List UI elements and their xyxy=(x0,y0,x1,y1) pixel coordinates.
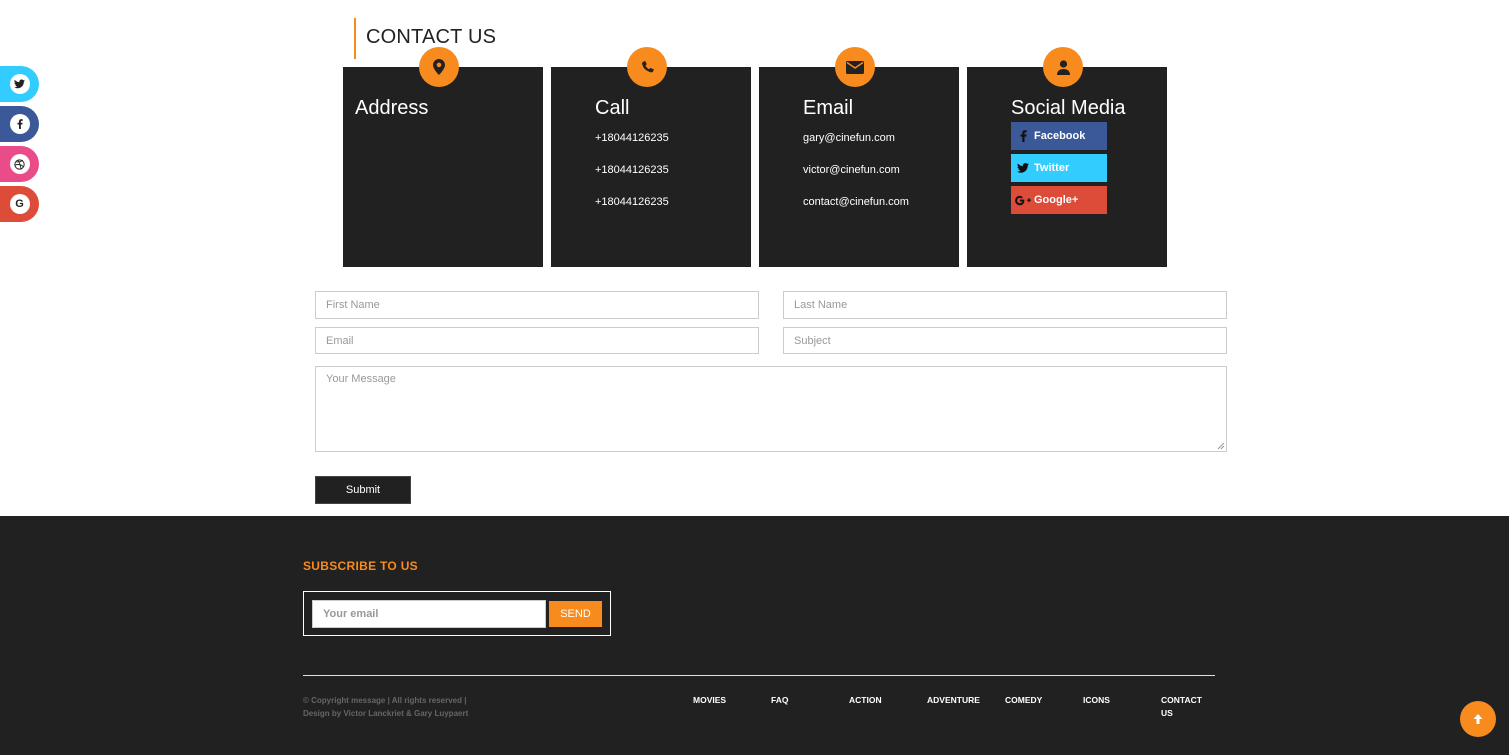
first-name-input[interactable]: First Name xyxy=(315,291,759,319)
email-card: Email gary@cinefun.com victor@cinefun.co… xyxy=(759,47,959,267)
subject-input[interactable]: Subject xyxy=(783,327,1227,354)
message-placeholder: Your Message xyxy=(326,373,396,385)
last-name-input[interactable]: Last Name xyxy=(783,291,1227,319)
send-button[interactable]: SEND xyxy=(549,601,602,627)
address-title: Address xyxy=(355,97,429,119)
map-marker-icon xyxy=(419,47,459,87)
contact-cards: Address Call +18044126235 +18044126235 +… xyxy=(343,47,1167,267)
phone-list: +18044126235 +18044126235 +18044126235 xyxy=(595,131,669,227)
footer-link-contact-us[interactable]: CONTACT US xyxy=(1161,694,1209,720)
user-icon xyxy=(1043,47,1083,87)
back-to-top-button[interactable] xyxy=(1460,701,1496,737)
address-card: Address xyxy=(343,47,543,267)
footer-divider xyxy=(303,675,1215,676)
footer-link-comedy[interactable]: COMEDY xyxy=(1005,694,1083,720)
call-title: Call xyxy=(595,97,630,119)
footer-link-adventure[interactable]: ADVENTURE xyxy=(927,694,1005,720)
twitter-icon xyxy=(1015,163,1031,173)
footer: SUBSCRIBE TO US Your email SEND © Copyri… xyxy=(0,516,1509,755)
social-rail: G xyxy=(0,66,40,226)
footer-link-action[interactable]: ACTION xyxy=(849,694,927,720)
social-title: Social Media xyxy=(1011,97,1126,119)
social-card: Social Media Facebook Twitter Google+ xyxy=(967,47,1167,267)
facebook-label: Facebook xyxy=(1034,130,1086,142)
phone-number[interactable]: +18044126235 xyxy=(595,195,669,227)
google-plus-icon xyxy=(1015,195,1031,206)
dribbble-icon xyxy=(9,154,30,174)
facebook-button[interactable]: Facebook xyxy=(1011,122,1107,150)
footer-link-movies[interactable]: MOVIES xyxy=(693,694,771,720)
facebook-icon xyxy=(9,114,30,134)
copyright: © Copyright message | All rights reserve… xyxy=(303,694,468,720)
google-plus-label: Google+ xyxy=(1034,194,1079,206)
phone-number[interactable]: +18044126235 xyxy=(595,163,669,195)
email-list: gary@cinefun.com victor@cinefun.com cont… xyxy=(803,131,909,227)
twitter-button[interactable]: Twitter xyxy=(1011,154,1107,182)
twitter-label: Twitter xyxy=(1034,162,1070,174)
google-plus-button[interactable]: Google+ xyxy=(1011,186,1107,214)
footer-link-icons[interactable]: ICONS xyxy=(1083,694,1161,720)
subscribe-title: SUBSCRIBE TO US xyxy=(303,559,418,573)
facebook-icon xyxy=(1015,130,1031,142)
envelope-icon xyxy=(835,47,875,87)
social-buttons: Facebook Twitter Google+ xyxy=(1011,122,1107,218)
rail-dribbble-button[interactable] xyxy=(0,146,39,182)
email-address[interactable]: victor@cinefun.com xyxy=(803,163,909,195)
rail-twitter-button[interactable] xyxy=(0,66,39,102)
rail-google-button[interactable]: G xyxy=(0,186,39,222)
credits-line: Design by Victor Lanckriet & Gary Luypae… xyxy=(303,709,469,718)
copyright-line: © Copyright message | All rights reserve… xyxy=(303,696,467,705)
rail-facebook-button[interactable] xyxy=(0,106,39,142)
subscribe-form: Your email SEND xyxy=(303,591,611,636)
message-textarea[interactable]: Your Message xyxy=(315,366,1227,452)
email-input[interactable]: Email xyxy=(315,327,759,354)
call-card: Call +18044126235 +18044126235 +18044126… xyxy=(551,47,751,267)
subscribe-email-input[interactable]: Your email xyxy=(312,600,546,628)
submit-button[interactable]: Submit xyxy=(315,476,411,504)
email-title: Email xyxy=(803,97,854,119)
footer-link-faq[interactable]: FAQ xyxy=(771,694,849,720)
phone-icon xyxy=(627,47,667,87)
email-address[interactable]: gary@cinefun.com xyxy=(803,131,909,163)
email-address[interactable]: contact@cinefun.com xyxy=(803,195,909,227)
resize-handle-icon[interactable] xyxy=(1217,442,1225,450)
footer-nav: MOVIES FAQ ACTION ADVENTURE COMEDY ICONS… xyxy=(693,694,1209,720)
arrow-up-icon xyxy=(1473,714,1483,724)
twitter-icon xyxy=(9,74,30,94)
phone-number[interactable]: +18044126235 xyxy=(595,131,669,163)
google-icon: G xyxy=(9,194,30,214)
